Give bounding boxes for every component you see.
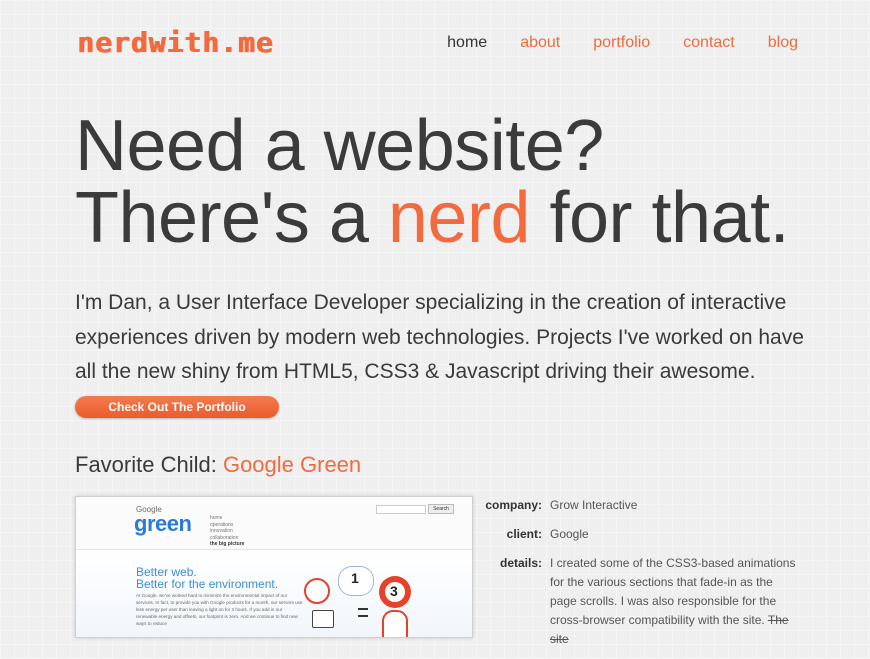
screenshot-search-button: Search xyxy=(428,504,454,514)
lightbulb-icon xyxy=(382,610,408,637)
client-row: client: Google xyxy=(480,525,810,544)
company-label: company: xyxy=(485,498,542,512)
details-label: details: xyxy=(499,556,542,570)
favorite-heading: Favorite Child: Google Green xyxy=(75,452,361,478)
details-row: details: I created some of the CSS3-base… xyxy=(480,554,810,649)
screenshot-headline-2: Better for the environment. xyxy=(136,577,279,591)
client-value: Google xyxy=(550,527,589,541)
screenshot-search-input xyxy=(376,505,426,514)
intro-text: I'm Dan, a User Interface Developer spec… xyxy=(75,291,804,383)
nav-about[interactable]: about xyxy=(520,34,560,52)
gauge-number: 3 xyxy=(390,583,398,599)
calendar-number: 1 xyxy=(351,570,359,586)
portfolio-button[interactable]: Check Out The Portfolio xyxy=(75,396,279,418)
site-logo[interactable]: nerdwith.me xyxy=(77,26,273,59)
nav-blog[interactable]: blog xyxy=(768,34,798,52)
gmail-icon xyxy=(304,578,330,604)
project-screenshot[interactable]: Google green home operations innovation … xyxy=(75,496,473,638)
main-nav: home about portfolio contact blog xyxy=(414,34,798,52)
details-text: I created some of the CSS3-based animati… xyxy=(550,556,796,627)
nav-contact[interactable]: contact xyxy=(683,34,735,52)
details-value: I created some of the CSS3-based animati… xyxy=(550,554,802,649)
hero-accent: nerd xyxy=(387,178,531,258)
hero-heading: Need a website? There's a nerd for that. xyxy=(75,110,790,254)
company-row: company: Grow Interactive xyxy=(480,496,810,515)
screenshot-header: Google green home operations innovation … xyxy=(76,497,472,550)
screenshot-menu: home operations innovation collaboration… xyxy=(210,515,244,548)
screenshot-menu-item: the big picture xyxy=(210,541,245,547)
client-label: client: xyxy=(506,527,542,541)
screenshot-body: Better web. Better for the environment. … xyxy=(76,550,472,637)
company-value: Grow Interactive xyxy=(550,498,638,512)
hero-line2-after: for that. xyxy=(530,178,790,258)
nav-portfolio[interactable]: portfolio xyxy=(593,34,650,52)
hero-line2-before: There's a xyxy=(75,178,388,258)
nav-home[interactable]: home xyxy=(447,34,487,52)
screenshot-paragraph: At Google, we've worked hard to minimize… xyxy=(136,593,303,626)
equals-icon xyxy=(358,608,368,617)
favorite-prefix: Favorite Child: xyxy=(75,452,223,477)
project-details: company: Grow Interactive client: Google… xyxy=(480,496,810,659)
screenshot-green-logo: green xyxy=(134,511,192,536)
hero-line1: Need a website? xyxy=(75,106,604,186)
favorite-link[interactable]: Google Green xyxy=(223,452,361,477)
screenshot-headline: Better web. Better for the environment. xyxy=(136,566,278,590)
monitor-icon xyxy=(312,610,334,628)
